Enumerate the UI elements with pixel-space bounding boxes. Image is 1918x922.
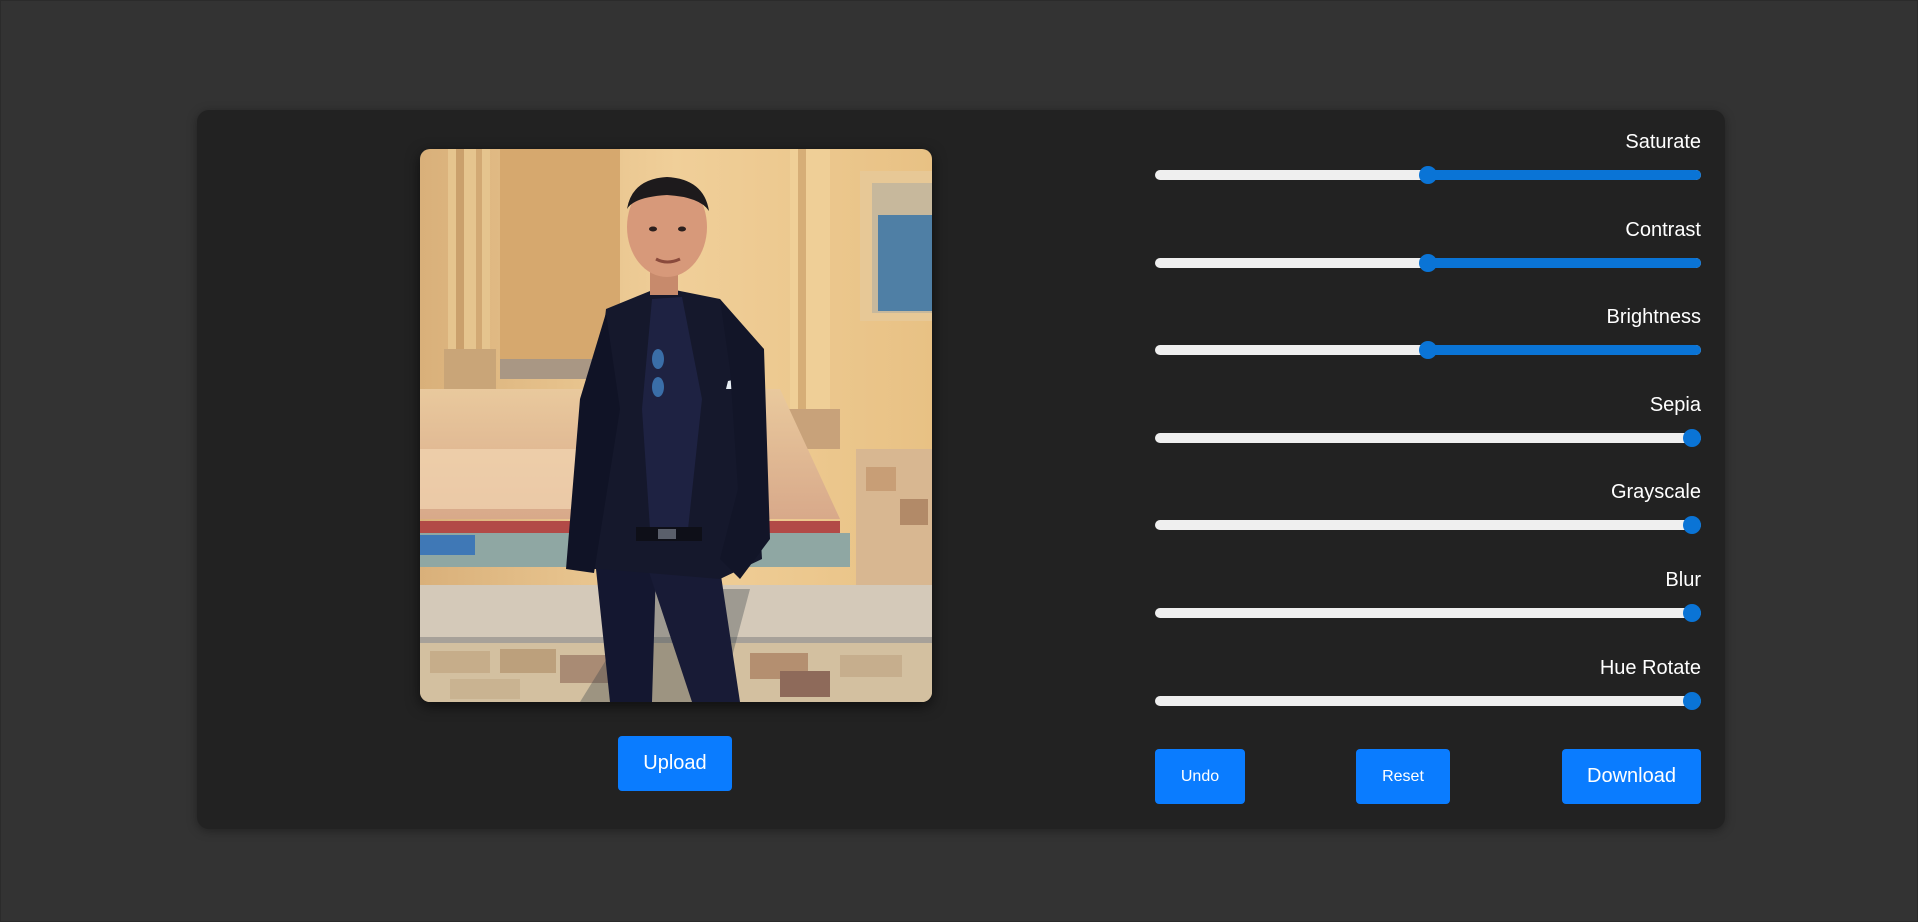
control-saturate: Saturate <box>1155 130 1701 218</box>
download-button[interactable]: Download <box>1562 749 1701 804</box>
preview-photo <box>420 149 932 702</box>
sepia-slider[interactable] <box>1155 428 1701 447</box>
undo-button[interactable]: Undo <box>1155 749 1245 804</box>
grayscale-slider-thumb[interactable] <box>1683 516 1701 535</box>
blur-slider-thumb[interactable] <box>1683 603 1701 622</box>
hue-rotate-slider-thumb[interactable] <box>1683 691 1701 710</box>
control-sepia: Sepia <box>1155 393 1701 481</box>
brightness-slider-fill <box>1428 345 1701 356</box>
filter-controls: Saturate Contrast Brightness Sepia Grays… <box>1155 130 1701 743</box>
blur-slider[interactable] <box>1155 603 1701 622</box>
contrast-slider-fill <box>1428 257 1701 268</box>
saturate-label: Saturate <box>1625 131 1701 153</box>
sepia-label: Sepia <box>1649 393 1701 416</box>
reset-button[interactable]: Reset <box>1356 749 1450 804</box>
grayscale-slider[interactable] <box>1155 516 1701 535</box>
contrast-slider[interactable] <box>1155 253 1701 272</box>
control-contrast: Contrast <box>1155 218 1701 306</box>
control-blur: Blur <box>1155 568 1701 656</box>
hue-rotate-label: Hue Rotate <box>1599 656 1701 679</box>
sepia-slider-thumb[interactable] <box>1683 428 1701 447</box>
blur-label: Blur <box>1665 568 1701 591</box>
hue-rotate-slider[interactable] <box>1155 691 1701 710</box>
upload-button[interactable]: Upload <box>618 736 732 791</box>
saturate-slider-thumb[interactable] <box>1419 166 1437 184</box>
saturate-slider-fill <box>1428 170 1701 180</box>
control-brightness: Brightness <box>1155 305 1701 393</box>
page-background: Upload Saturate Contrast Brightness Sepi… <box>0 0 1918 922</box>
action-buttons: Undo Reset Download <box>1155 749 1701 805</box>
grayscale-label: Grayscale <box>1610 481 1701 504</box>
saturate-slider[interactable] <box>1155 166 1701 184</box>
brightness-slider-thumb[interactable] <box>1419 341 1437 360</box>
contrast-slider-thumb[interactable] <box>1419 253 1437 272</box>
brightness-slider[interactable] <box>1155 341 1701 360</box>
control-grayscale: Grayscale <box>1155 480 1701 568</box>
contrast-label: Contrast <box>1625 218 1701 241</box>
image-preview <box>420 149 932 702</box>
brightness-label: Brightness <box>1606 306 1702 329</box>
control-hue-rotate: Hue Rotate <box>1155 656 1701 744</box>
editor-panel: Upload Saturate Contrast Brightness Sepi… <box>197 110 1725 829</box>
